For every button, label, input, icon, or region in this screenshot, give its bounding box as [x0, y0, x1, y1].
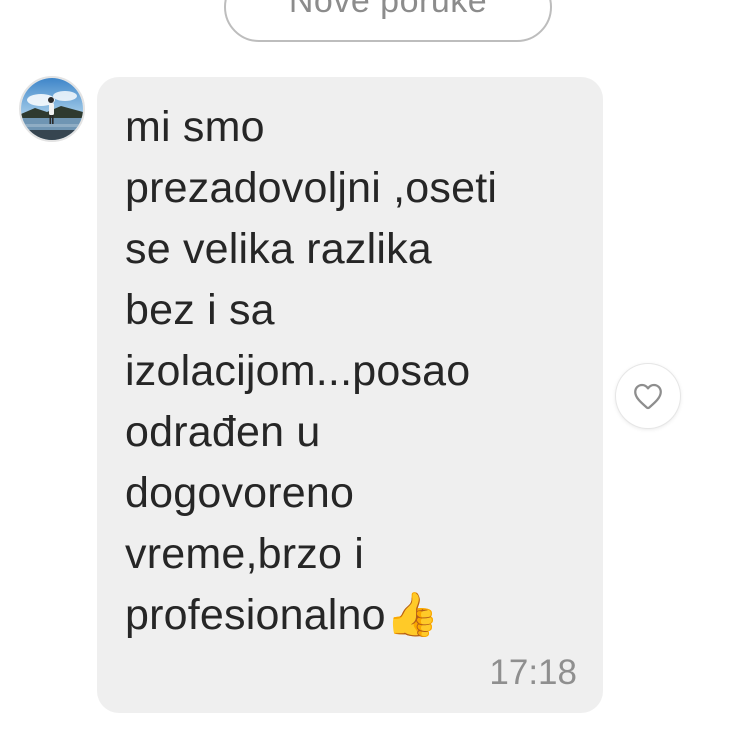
message-bubble[interactable]: mi smo prezadovoljni ,oseti se velika ra…	[97, 77, 603, 713]
message-text: mi smo prezadovoljni ,oseti se velika ra…	[125, 103, 498, 639]
like-button[interactable]	[616, 364, 680, 428]
chat-thread: Nove poruke mi smo prezadovoljni ,oseti …	[0, 0, 737, 737]
heart-icon	[634, 383, 662, 410]
new-messages-button[interactable]: Nove poruke	[224, 0, 552, 42]
avatar[interactable]	[19, 76, 85, 142]
avatar-photo-icon	[21, 78, 83, 140]
new-messages-label: Nove poruke	[288, 0, 488, 20]
message-timestamp: 17:18	[489, 653, 577, 692]
